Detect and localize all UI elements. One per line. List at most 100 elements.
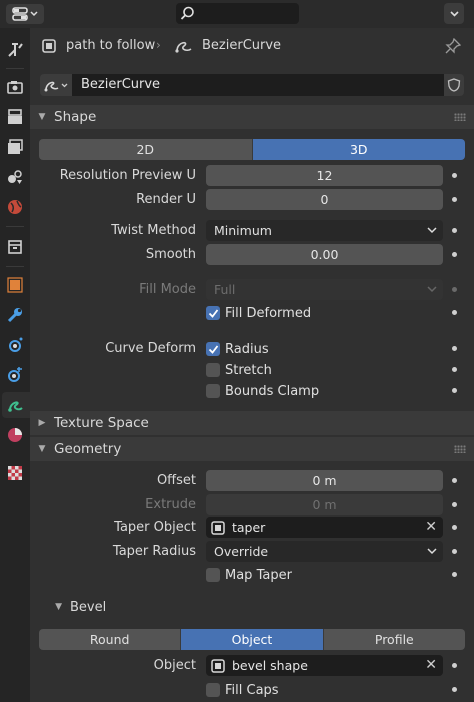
offset-label: Offset xyxy=(156,473,196,488)
options-dropdown[interactable] xyxy=(444,3,464,24)
tab-render[interactable] xyxy=(2,74,28,100)
search-input[interactable] xyxy=(176,3,299,24)
collapse-triangle-icon: ▼ xyxy=(38,444,46,454)
keyframe-dot[interactable] xyxy=(452,173,457,178)
resolution-preview-u-field[interactable]: 12 xyxy=(206,165,443,186)
radius-label: Radius xyxy=(225,341,269,357)
bevel-object-field[interactable]: bevel shape ✕ xyxy=(206,655,443,676)
keyframe-dot[interactable] xyxy=(452,197,457,202)
fill-caps-checkbox[interactable]: Fill Caps xyxy=(206,681,279,699)
fill-deformed-checkbox[interactable]: Fill Deformed xyxy=(206,304,311,322)
tab-collection[interactable] xyxy=(2,234,28,260)
keyframe-dot[interactable] xyxy=(452,228,457,233)
checkbox-box xyxy=(206,363,220,377)
drag-handle-icon[interactable] xyxy=(454,445,466,453)
dimension-2d-button[interactable]: 2D xyxy=(39,139,253,160)
keyframe-dot[interactable] xyxy=(452,310,457,315)
world-icon xyxy=(8,200,22,214)
stretch-checkbox[interactable]: Stretch xyxy=(206,361,272,379)
tab-object[interactable] xyxy=(2,272,28,298)
smooth-row: Smooth 0.00 xyxy=(30,244,474,266)
keyframe-dot[interactable] xyxy=(452,478,457,483)
tab-material[interactable] xyxy=(2,422,28,448)
chevron-down-icon xyxy=(449,10,459,17)
keyframe-dot[interactable] xyxy=(452,346,457,351)
bounds-clamp-checkbox[interactable]: Bounds Clamp xyxy=(206,382,319,400)
chevron-down-icon xyxy=(427,548,437,555)
checkbox-box xyxy=(206,342,220,356)
twist-method-label: Twist Method xyxy=(111,223,196,238)
search-icon xyxy=(180,6,194,20)
keyframe-dot[interactable] xyxy=(452,572,457,577)
browse-curve-button[interactable] xyxy=(40,74,72,96)
bevel-subpanel-header[interactable]: ▼ Bevel xyxy=(30,596,474,618)
extrude-field: 0 m xyxy=(206,494,443,515)
tab-world[interactable] xyxy=(2,194,28,220)
bevel-mode-profile-button[interactable]: Profile xyxy=(323,629,465,650)
keyframe-dot[interactable] xyxy=(452,549,457,554)
curve-name-field[interactable]: BezierCurve xyxy=(72,74,444,96)
editor-type-dropdown[interactable] xyxy=(6,4,44,24)
object-icon xyxy=(211,521,225,535)
checkmark-icon xyxy=(208,308,218,318)
fake-user-button[interactable] xyxy=(444,74,464,96)
collection-icon xyxy=(8,240,22,254)
chevron-down-icon xyxy=(427,286,437,293)
dimension-3d-button[interactable]: 3D xyxy=(252,139,465,160)
offset-field[interactable]: 0 m xyxy=(206,470,443,491)
output-icon xyxy=(8,109,22,124)
keyframe-dot[interactable] xyxy=(452,367,457,372)
keyframe-dot[interactable] xyxy=(452,525,457,530)
twist-method-dropdown[interactable]: Minimum xyxy=(206,220,443,241)
pin-icon[interactable] xyxy=(445,38,461,54)
tab-tool[interactable] xyxy=(2,37,28,63)
tab-particles[interactable] xyxy=(2,332,28,358)
keyframe-dot[interactable] xyxy=(452,663,457,668)
smooth-field[interactable]: 0.00 xyxy=(206,244,443,265)
bevel-object-row: Object bevel shape ✕ xyxy=(30,655,474,677)
bevel-object-value: bevel shape xyxy=(232,658,308,673)
map-taper-checkbox[interactable]: Map Taper xyxy=(206,566,292,584)
render-u-label: Render U xyxy=(136,192,196,207)
resolution-preview-u-row: Resolution Preview U 12 xyxy=(30,165,474,187)
object-icon xyxy=(211,659,225,673)
taper-object-value: taper xyxy=(232,520,266,535)
taper-radius-dropdown[interactable]: Override xyxy=(206,541,443,562)
extrude-row: Extrude 0 m xyxy=(30,494,474,516)
tab-view-layer[interactable] xyxy=(2,134,28,160)
shape-panel-header[interactable]: ▼ Shape xyxy=(30,105,474,129)
checkmark-icon xyxy=(208,344,218,354)
taper-object-field[interactable]: taper ✕ xyxy=(206,517,443,538)
curve-data-icon xyxy=(8,401,23,412)
texture-space-panel-header[interactable]: ▶ Texture Space xyxy=(30,411,474,435)
keyframe-dot[interactable] xyxy=(452,252,457,257)
keyframe-dot[interactable] xyxy=(452,388,457,393)
properties-tab-strip xyxy=(0,28,30,702)
keyframe-dot[interactable] xyxy=(452,502,457,507)
taper-radius-row: Taper Radius Override xyxy=(30,541,474,563)
map-taper-row: Map Taper xyxy=(30,564,474,586)
render-u-field[interactable]: 0 xyxy=(206,189,443,210)
offset-row: Offset 0 m xyxy=(30,470,474,492)
tab-texture[interactable] xyxy=(2,460,28,486)
geometry-panel-header[interactable]: ▼ Geometry xyxy=(30,437,474,461)
clear-icon[interactable]: ✕ xyxy=(425,655,437,676)
tab-modifiers[interactable] xyxy=(2,302,28,328)
tab-physics[interactable] xyxy=(2,362,28,388)
render-u-row: Render U 0 xyxy=(30,189,474,211)
tab-output[interactable] xyxy=(2,104,28,130)
keyframe-dot[interactable] xyxy=(452,687,457,692)
fill-mode-label: Fill Mode xyxy=(139,282,196,297)
tab-scene[interactable] xyxy=(2,164,28,190)
curve-deform-radius-row: Curve Deform Radius xyxy=(30,338,474,360)
checkbox-box xyxy=(206,384,220,398)
collapse-triangle-icon: ▼ xyxy=(55,602,62,612)
clear-icon[interactable]: ✕ xyxy=(425,517,437,538)
bevel-mode-round-button[interactable]: Round xyxy=(39,629,182,650)
drag-handle-icon[interactable] xyxy=(454,113,466,121)
keyframe-dot xyxy=(452,287,457,292)
breadcrumb-separator: › xyxy=(156,38,161,52)
bevel-mode-object-button[interactable]: Object xyxy=(181,629,324,650)
radius-checkbox[interactable]: Radius xyxy=(206,340,269,358)
tab-curve-data[interactable] xyxy=(2,392,30,418)
